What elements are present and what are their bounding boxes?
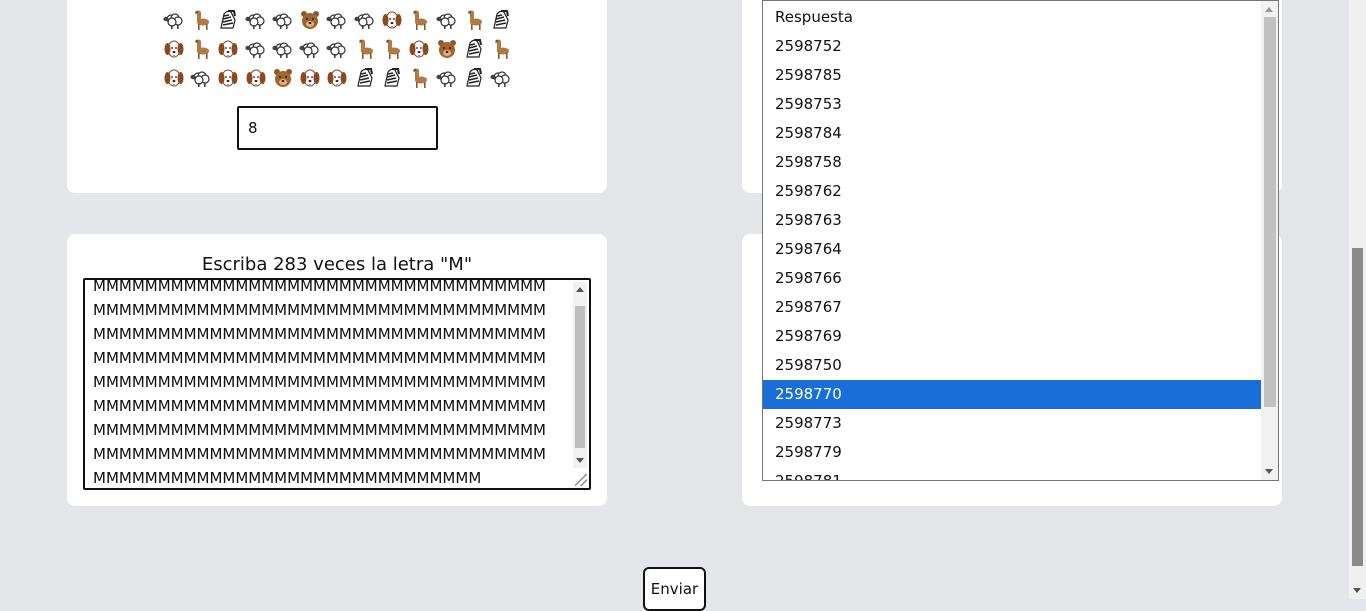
bear-icon [269,64,296,91]
llama-icon [351,35,378,62]
textarea-line: MMMMMMMMMMMMMMMMMMMMMMMMMMMMMMMMMMM [93,445,546,463]
scrollbar-thumb[interactable] [1264,17,1276,407]
llama-icon [187,6,214,33]
listbox-option[interactable]: 2598781 [763,467,1261,480]
captcha-card [67,0,607,193]
sheep-icon [488,64,515,91]
sheep-icon [269,6,296,33]
listbox-option[interactable]: 2598753 [763,90,1261,119]
textarea-line: MMMMMMMMMMMMMMMMMMMMMMMMMMMMMMMMMMM [93,421,546,439]
listbox-option[interactable]: Respuesta [763,3,1261,32]
sheep-icon [324,35,351,62]
textarea-scrollbar[interactable] [573,282,587,468]
bear-icon [296,6,323,33]
listbox-option[interactable]: 2598758 [763,148,1261,177]
listbox-option[interactable]: 2598764 [763,235,1261,264]
listbox-option[interactable]: 2598767 [763,293,1261,322]
listbox-option[interactable]: 2598785 [763,61,1261,90]
typing-prompt: Escriba 283 veces la letra "M" [201,254,473,275]
resize-handle-icon[interactable] [575,474,587,486]
textarea-line: MMMMMMMMMMMMMMMMMMMMMMMMMMMMMMMMMMM [93,373,546,391]
listbox-option[interactable]: 2598779 [763,438,1261,467]
dog-icon [215,35,242,62]
page-scrollbar-thumb[interactable] [1352,248,1363,566]
page-scrollbar[interactable] [1349,0,1366,599]
dog-icon [160,35,187,62]
sheep-icon [242,35,269,62]
typing-card: Escriba 283 veces la letra "M" MMMMMMMMM… [67,234,607,506]
listbox-option[interactable]: 2598773 [763,409,1261,438]
sheep-icon [269,35,296,62]
zebra-icon [488,6,515,33]
listbox-option[interactable]: 2598769 [763,322,1261,351]
emoji-row [160,34,516,63]
scroll-up-arrow-icon[interactable] [576,287,584,292]
scroll-down-arrow-icon[interactable] [1265,469,1273,474]
dog-icon [324,64,351,91]
llama-icon [460,6,487,33]
sheep-icon [433,64,460,91]
sheep-icon [242,6,269,33]
dog-icon [160,64,187,91]
sheep-icon [296,35,323,62]
scroll-down-arrow-icon[interactable] [1353,588,1361,593]
sheep-icon [187,64,214,91]
submit-button[interactable]: Enviar [643,567,706,611]
llama-icon [488,35,515,62]
llama-icon [187,35,214,62]
zebra-icon [460,64,487,91]
scrollbar-thumb[interactable] [575,306,585,448]
zebra-icon [351,64,378,91]
llama-icon [406,64,433,91]
textarea-line: MMMMMMMMMMMMMMMMMMMMMMMMMMMMMMMMMMM [93,278,546,295]
textarea-line: MMMMMMMMMMMMMMMMMMMMMMMMMMMMMMMMMMM [93,301,546,319]
dog-icon [406,35,433,62]
llama-icon [406,6,433,33]
captcha-answer-input[interactable] [237,106,438,150]
textarea-line: MMMMMMMMMMMMMMMMMMMMMMMMMMMMMMMMMMM [93,349,546,367]
listbox-option[interactable]: 2598750 [763,351,1261,380]
llama-icon [378,35,405,62]
sheep-icon [324,6,351,33]
answer-listbox[interactable]: Respuesta 2598752 2598785 2598753 2598784 259… [762,0,1279,481]
dog-icon [296,64,323,91]
letters-textarea[interactable]: MMMMMMMMMMMMMMMMMMMMMMMMMMMMMMMMMMM MMMMM… [83,278,591,490]
emoji-grid [160,5,516,92]
dog-icon [215,64,242,91]
textarea-line: MMMMMMMMMMMMMMMMMMMMMMMMMMMMMM [93,469,482,487]
listbox-option[interactable]: 2598762 [763,177,1261,206]
emoji-row [160,63,516,92]
zebra-icon [460,35,487,62]
listbox-scrollbar[interactable] [1261,1,1278,480]
zebra-icon [378,64,405,91]
textarea-content[interactable]: MMMMMMMMMMMMMMMMMMMMMMMMMMMMMMMMMMM MMMMM… [93,278,575,488]
listbox-option[interactable]: 2598784 [763,119,1261,148]
sheep-icon [351,6,378,33]
sheep-icon [433,6,460,33]
dog-icon [378,6,405,33]
zebra-icon [215,6,242,33]
listbox-option[interactable]: 2598766 [763,264,1261,293]
bear-icon [433,35,460,62]
listbox-option[interactable]: 2598752 [763,32,1261,61]
sheep-icon [160,6,187,33]
scroll-down-arrow-icon[interactable] [576,458,584,463]
textarea-line: MMMMMMMMMMMMMMMMMMMMMMMMMMMMMMMMMMM [93,325,546,343]
emoji-row [160,5,516,34]
scroll-up-arrow-icon[interactable] [1265,7,1273,12]
listbox-option[interactable]: 2598770 [763,380,1261,409]
listbox-option[interactable]: 2598763 [763,206,1261,235]
dog-icon [242,64,269,91]
textarea-line: MMMMMMMMMMMMMMMMMMMMMMMMMMMMMMMMMMM [93,397,546,415]
